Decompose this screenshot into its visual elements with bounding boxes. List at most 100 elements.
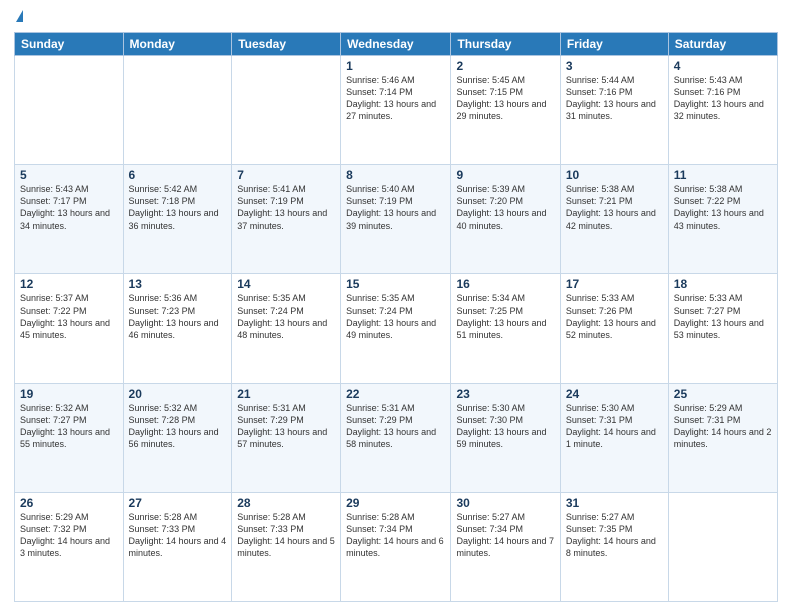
day-number: 18 [674,277,772,291]
calendar-cell: 20Sunrise: 5:32 AMSunset: 7:28 PMDayligh… [123,383,232,492]
day-number: 1 [346,59,445,73]
calendar-cell: 25Sunrise: 5:29 AMSunset: 7:31 PMDayligh… [668,383,777,492]
weekday-header-friday: Friday [560,33,668,56]
day-detail: Sunrise: 5:29 AMSunset: 7:31 PMDaylight:… [674,402,772,451]
calendar-cell: 11Sunrise: 5:38 AMSunset: 7:22 PMDayligh… [668,165,777,274]
day-detail: Sunrise: 5:27 AMSunset: 7:35 PMDaylight:… [566,511,663,560]
day-number: 2 [456,59,554,73]
calendar-cell: 24Sunrise: 5:30 AMSunset: 7:31 PMDayligh… [560,383,668,492]
day-number: 7 [237,168,335,182]
calendar-cell: 6Sunrise: 5:42 AMSunset: 7:18 PMDaylight… [123,165,232,274]
day-detail: Sunrise: 5:34 AMSunset: 7:25 PMDaylight:… [456,292,554,341]
day-detail: Sunrise: 5:41 AMSunset: 7:19 PMDaylight:… [237,183,335,232]
day-number: 14 [237,277,335,291]
day-number: 31 [566,496,663,510]
weekday-header-row: SundayMondayTuesdayWednesdayThursdayFrid… [15,33,778,56]
header [14,10,778,24]
day-number: 28 [237,496,335,510]
day-number: 19 [20,387,118,401]
calendar-cell: 29Sunrise: 5:28 AMSunset: 7:34 PMDayligh… [341,492,451,601]
calendar-cell: 18Sunrise: 5:33 AMSunset: 7:27 PMDayligh… [668,274,777,383]
calendar-cell: 26Sunrise: 5:29 AMSunset: 7:32 PMDayligh… [15,492,124,601]
day-number: 6 [129,168,227,182]
day-number: 8 [346,168,445,182]
day-detail: Sunrise: 5:43 AMSunset: 7:16 PMDaylight:… [674,74,772,123]
calendar-cell: 10Sunrise: 5:38 AMSunset: 7:21 PMDayligh… [560,165,668,274]
day-detail: Sunrise: 5:32 AMSunset: 7:28 PMDaylight:… [129,402,227,451]
calendar-cell: 30Sunrise: 5:27 AMSunset: 7:34 PMDayligh… [451,492,560,601]
day-number: 20 [129,387,227,401]
day-number: 26 [20,496,118,510]
day-detail: Sunrise: 5:31 AMSunset: 7:29 PMDaylight:… [346,402,445,451]
day-number: 30 [456,496,554,510]
day-detail: Sunrise: 5:42 AMSunset: 7:18 PMDaylight:… [129,183,227,232]
day-detail: Sunrise: 5:28 AMSunset: 7:33 PMDaylight:… [237,511,335,560]
weekday-header-tuesday: Tuesday [232,33,341,56]
day-number: 3 [566,59,663,73]
week-row-5: 26Sunrise: 5:29 AMSunset: 7:32 PMDayligh… [15,492,778,601]
logo-triangle-icon [16,10,23,22]
calendar-cell: 22Sunrise: 5:31 AMSunset: 7:29 PMDayligh… [341,383,451,492]
day-number: 16 [456,277,554,291]
day-number: 11 [674,168,772,182]
day-detail: Sunrise: 5:38 AMSunset: 7:21 PMDaylight:… [566,183,663,232]
day-detail: Sunrise: 5:33 AMSunset: 7:26 PMDaylight:… [566,292,663,341]
calendar-cell [123,56,232,165]
calendar-cell: 17Sunrise: 5:33 AMSunset: 7:26 PMDayligh… [560,274,668,383]
weekday-header-thursday: Thursday [451,33,560,56]
day-detail: Sunrise: 5:46 AMSunset: 7:14 PMDaylight:… [346,74,445,123]
calendar-cell: 9Sunrise: 5:39 AMSunset: 7:20 PMDaylight… [451,165,560,274]
day-detail: Sunrise: 5:37 AMSunset: 7:22 PMDaylight:… [20,292,118,341]
calendar-cell: 27Sunrise: 5:28 AMSunset: 7:33 PMDayligh… [123,492,232,601]
week-row-3: 12Sunrise: 5:37 AMSunset: 7:22 PMDayligh… [15,274,778,383]
day-detail: Sunrise: 5:43 AMSunset: 7:17 PMDaylight:… [20,183,118,232]
day-detail: Sunrise: 5:30 AMSunset: 7:30 PMDaylight:… [456,402,554,451]
calendar-cell: 16Sunrise: 5:34 AMSunset: 7:25 PMDayligh… [451,274,560,383]
day-detail: Sunrise: 5:45 AMSunset: 7:15 PMDaylight:… [456,74,554,123]
day-detail: Sunrise: 5:33 AMSunset: 7:27 PMDaylight:… [674,292,772,341]
day-number: 4 [674,59,772,73]
day-detail: Sunrise: 5:30 AMSunset: 7:31 PMDaylight:… [566,402,663,451]
day-number: 15 [346,277,445,291]
calendar-cell: 31Sunrise: 5:27 AMSunset: 7:35 PMDayligh… [560,492,668,601]
day-detail: Sunrise: 5:36 AMSunset: 7:23 PMDaylight:… [129,292,227,341]
day-detail: Sunrise: 5:39 AMSunset: 7:20 PMDaylight:… [456,183,554,232]
day-detail: Sunrise: 5:40 AMSunset: 7:19 PMDaylight:… [346,183,445,232]
day-number: 29 [346,496,445,510]
day-detail: Sunrise: 5:29 AMSunset: 7:32 PMDaylight:… [20,511,118,560]
calendar-cell: 14Sunrise: 5:35 AMSunset: 7:24 PMDayligh… [232,274,341,383]
calendar-cell: 15Sunrise: 5:35 AMSunset: 7:24 PMDayligh… [341,274,451,383]
week-row-2: 5Sunrise: 5:43 AMSunset: 7:17 PMDaylight… [15,165,778,274]
day-detail: Sunrise: 5:35 AMSunset: 7:24 PMDaylight:… [237,292,335,341]
day-number: 21 [237,387,335,401]
day-number: 5 [20,168,118,182]
calendar-cell: 28Sunrise: 5:28 AMSunset: 7:33 PMDayligh… [232,492,341,601]
calendar-cell: 2Sunrise: 5:45 AMSunset: 7:15 PMDaylight… [451,56,560,165]
week-row-1: 1Sunrise: 5:46 AMSunset: 7:14 PMDaylight… [15,56,778,165]
day-number: 10 [566,168,663,182]
day-number: 9 [456,168,554,182]
day-detail: Sunrise: 5:28 AMSunset: 7:33 PMDaylight:… [129,511,227,560]
calendar-table: SundayMondayTuesdayWednesdayThursdayFrid… [14,32,778,602]
day-number: 12 [20,277,118,291]
day-detail: Sunrise: 5:28 AMSunset: 7:34 PMDaylight:… [346,511,445,560]
calendar-cell [232,56,341,165]
day-detail: Sunrise: 5:32 AMSunset: 7:27 PMDaylight:… [20,402,118,451]
day-number: 22 [346,387,445,401]
weekday-header-sunday: Sunday [15,33,124,56]
calendar-cell: 8Sunrise: 5:40 AMSunset: 7:19 PMDaylight… [341,165,451,274]
day-number: 27 [129,496,227,510]
logo [14,10,23,24]
weekday-header-monday: Monday [123,33,232,56]
calendar-cell: 19Sunrise: 5:32 AMSunset: 7:27 PMDayligh… [15,383,124,492]
calendar-cell: 4Sunrise: 5:43 AMSunset: 7:16 PMDaylight… [668,56,777,165]
day-number: 17 [566,277,663,291]
weekday-header-saturday: Saturday [668,33,777,56]
day-number: 13 [129,277,227,291]
day-number: 24 [566,387,663,401]
page: SundayMondayTuesdayWednesdayThursdayFrid… [0,0,792,612]
day-detail: Sunrise: 5:31 AMSunset: 7:29 PMDaylight:… [237,402,335,451]
day-number: 23 [456,387,554,401]
calendar-cell [668,492,777,601]
calendar-cell: 3Sunrise: 5:44 AMSunset: 7:16 PMDaylight… [560,56,668,165]
